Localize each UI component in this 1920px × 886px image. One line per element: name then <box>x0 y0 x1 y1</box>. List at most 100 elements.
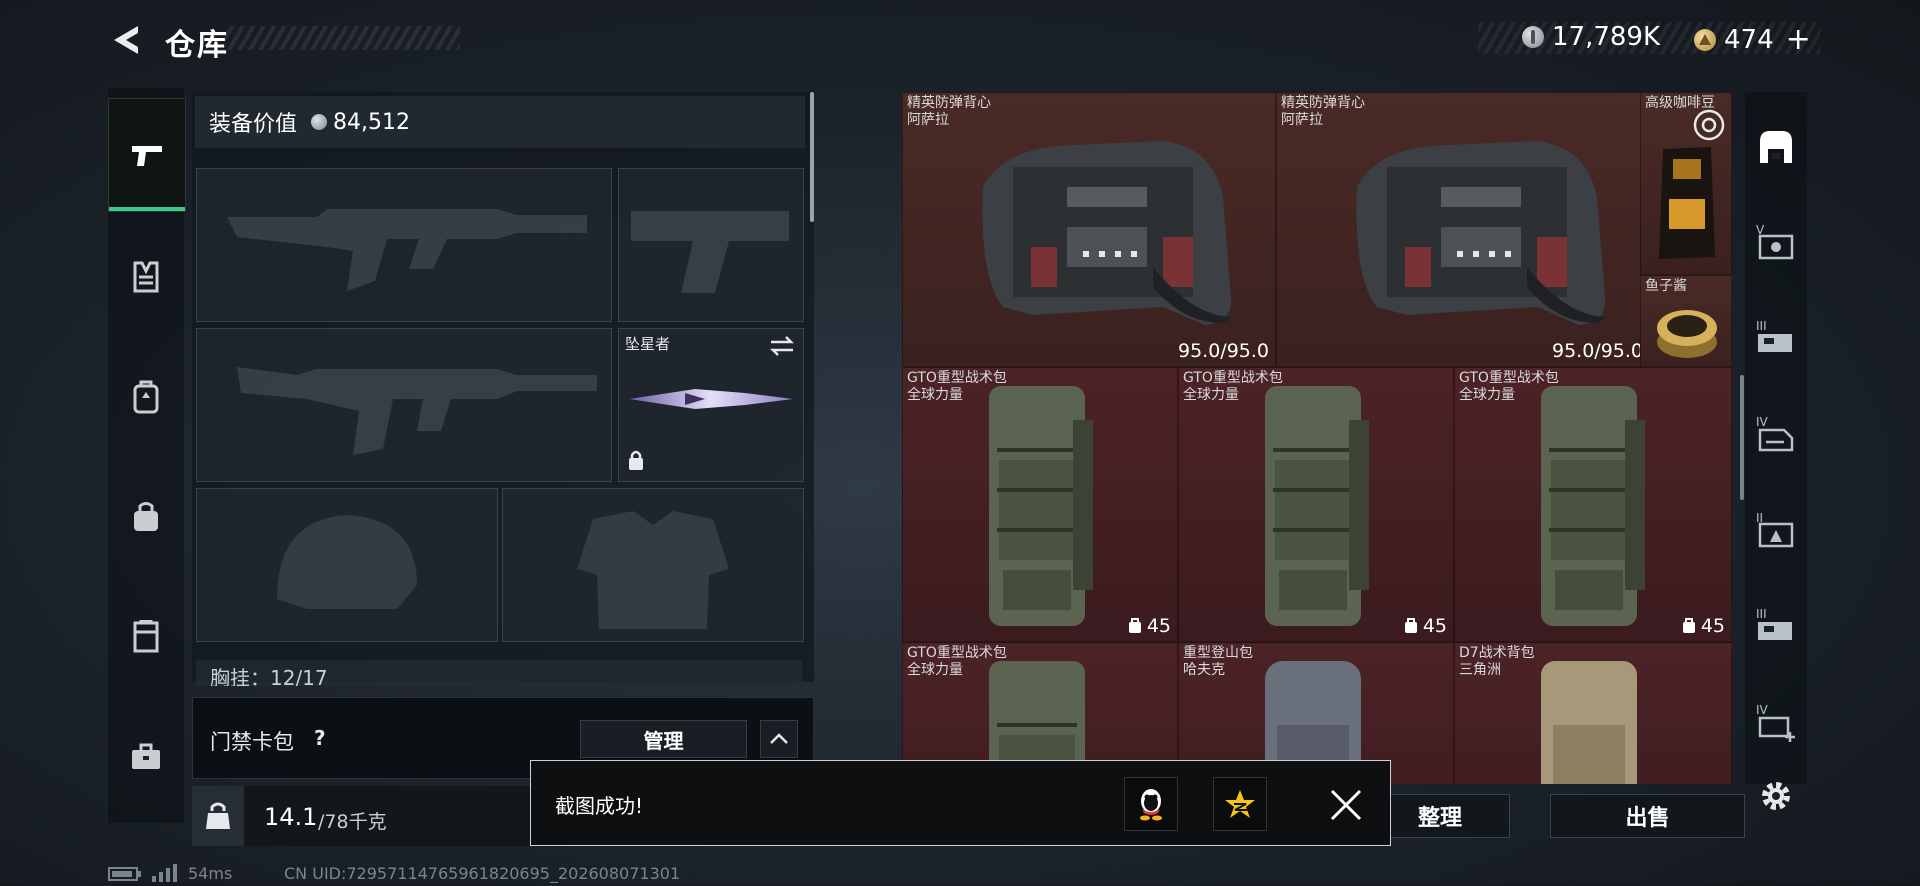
weight-current: 14.1 <box>264 803 318 831</box>
storage-iii-icon: III <box>1756 319 1792 352</box>
item-durability: 95.0/95.0 <box>1551 340 1643 362</box>
helmet-silhouette-icon <box>277 515 417 609</box>
d7-pack-icon <box>1541 661 1637 784</box>
silver-amount: 17,789K <box>1552 22 1661 52</box>
storage-ii-icon: II <box>1756 511 1794 548</box>
gold-currency[interactable]: 474 + <box>1694 22 1811 57</box>
storage-iv-icon: IV <box>1756 415 1794 452</box>
swap-icon[interactable] <box>769 335 795 357</box>
tactical-pack-icon <box>1265 386 1369 626</box>
svg-text:IV: IV <box>1756 703 1769 717</box>
vest-icon <box>133 261 159 293</box>
toast-message: 截图成功! <box>555 794 644 818</box>
nav-item-locker[interactable] <box>108 582 184 692</box>
svg-text:III: III <box>1756 607 1767 621</box>
gold-coin-icon <box>1694 28 1716 51</box>
nav-item-bag[interactable] <box>108 462 184 572</box>
gold-amount: 474 <box>1724 24 1774 55</box>
warehouse-icon <box>1760 131 1792 163</box>
item-capacity: 45 <box>1681 615 1725 637</box>
primary-weapon-slot[interactable] <box>196 168 612 322</box>
card-pack-help-icon[interactable]: ? <box>314 726 326 750</box>
storage-scrollbar[interactable] <box>1740 375 1744 500</box>
melee-slot[interactable]: 坠星者 <box>618 328 804 482</box>
svg-text:III: III <box>1756 319 1767 333</box>
storage-item-pack-3[interactable]: GTO重型战术包 全球力量 45 <box>1454 367 1732 642</box>
item-name: 重型登山包 哈夫克 <box>1183 645 1253 679</box>
back-button[interactable] <box>108 22 150 58</box>
storage-item-d7-pack[interactable]: D7战术背包 三角洲 <box>1454 642 1732 784</box>
nav-item-case[interactable] <box>108 702 184 812</box>
vest-item-icon <box>982 141 1233 325</box>
helmet-slot[interactable] <box>196 488 498 642</box>
storage-item-caviar[interactable]: 鱼子酱 <box>1640 275 1732 367</box>
sort-button[interactable]: 整理 <box>1370 794 1510 838</box>
item-name-text: 重型登山包 <box>1183 645 1253 661</box>
nav-item-weapons[interactable] <box>108 98 186 212</box>
item-name-text: D7战术背包 <box>1459 645 1535 661</box>
rnav-storage-iv-b[interactable]: IV <box>1745 686 1807 758</box>
player-uid: CN UID:72957114765961820695_202608071301 <box>284 864 681 883</box>
caviar-tin-icon <box>1657 310 1717 358</box>
silver-coin-icon <box>311 114 328 130</box>
melee-name: 坠星者 <box>625 335 671 353</box>
item-name-text: 鱼子酱 <box>1645 278 1687 294</box>
loadout-scrollbar[interactable] <box>810 92 814 222</box>
toast-close-button[interactable] <box>1328 787 1364 823</box>
chest-rig-row[interactable]: 胸挂：12/17 <box>196 660 802 686</box>
capacity-icon <box>1404 618 1417 633</box>
coffee-bag-icon <box>1659 147 1715 259</box>
manage-button[interactable]: 管理 <box>580 720 747 758</box>
rnav-storage-iv[interactable]: IV <box>1745 398 1807 470</box>
rnav-warehouse[interactable] <box>1745 110 1807 182</box>
storage-item-pack-1[interactable]: GTO重型战术包 全球力量 45 <box>902 367 1178 642</box>
rnav-storage-ii[interactable]: II <box>1745 494 1807 566</box>
weight-icon-box <box>192 786 244 846</box>
card-pack-label: 门禁卡包 <box>210 730 294 754</box>
bag-icon <box>134 502 158 531</box>
storage-item-vest-2[interactable]: 精英防弹背心 阿萨拉 95.0/95.0 <box>1276 92 1650 367</box>
armor-slot[interactable] <box>502 488 804 642</box>
locker-icon <box>133 620 159 653</box>
storage-iii-b-icon: III <box>1756 607 1792 640</box>
equipment-value-bar: 装备价值 84,512 <box>195 96 805 148</box>
storage-item-vest-1[interactable]: 精英防弹背心 阿萨拉 95.0/95.0 <box>902 92 1276 367</box>
chest-rig-label: 胸挂：12/17 <box>210 666 328 686</box>
rnav-storage-iii-b[interactable]: III <box>1745 590 1807 662</box>
rnav-storage-v[interactable]: V <box>1745 206 1807 278</box>
target-icon <box>1693 109 1725 141</box>
pistol-icon <box>132 146 162 166</box>
page-title: 仓库 <box>165 28 229 63</box>
item-brand-text: 哈夫克 <box>1183 662 1225 678</box>
storage-item-pack-2[interactable]: GTO重型战术包 全球力量 45 <box>1178 367 1454 642</box>
storage-grid: 精英防弹背心 阿萨拉 95.0/95.0 精英防弹背心 阿萨拉 95.0/95.… <box>902 92 1732 784</box>
share-qzone-button[interactable] <box>1213 777 1267 831</box>
close-icon <box>1330 789 1362 821</box>
pistol-slot[interactable] <box>618 168 804 322</box>
add-currency-button[interactable]: + <box>1786 22 1811 57</box>
battery-icon <box>108 866 142 885</box>
settings-button[interactable] <box>1758 778 1794 818</box>
title-decoration <box>225 26 460 50</box>
nav-item-backpack[interactable] <box>108 342 184 452</box>
rifle-silhouette-icon <box>227 209 587 291</box>
storage-item-coffee[interactable]: 高级咖啡豆 <box>1640 92 1732 275</box>
item-durability: 95.0/95.0 <box>1177 340 1269 362</box>
item-brand-text: 三角洲 <box>1459 662 1501 678</box>
chevron-up-icon <box>770 733 788 744</box>
capacity-icon <box>1128 618 1141 633</box>
nav-item-vest[interactable] <box>108 222 184 332</box>
item-name-text: 精英防弹背心 <box>1281 95 1365 111</box>
sell-button[interactable]: 出售 <box>1550 794 1745 838</box>
share-qq-button[interactable] <box>1124 777 1178 831</box>
item-capacity-value: 45 <box>1700 615 1725 637</box>
item-name-text: 精英防弹背心 <box>907 95 991 111</box>
expand-button[interactable] <box>760 720 798 758</box>
melee-knife-icon <box>629 389 793 409</box>
silver-coin-icon <box>1522 26 1544 48</box>
rnav-storage-iii[interactable]: III <box>1745 302 1807 374</box>
item-capacity-value: 45 <box>1146 615 1171 637</box>
gear-icon <box>1762 782 1790 810</box>
vest-item-icon <box>1356 141 1607 325</box>
secondary-weapon-slot[interactable] <box>196 328 612 482</box>
